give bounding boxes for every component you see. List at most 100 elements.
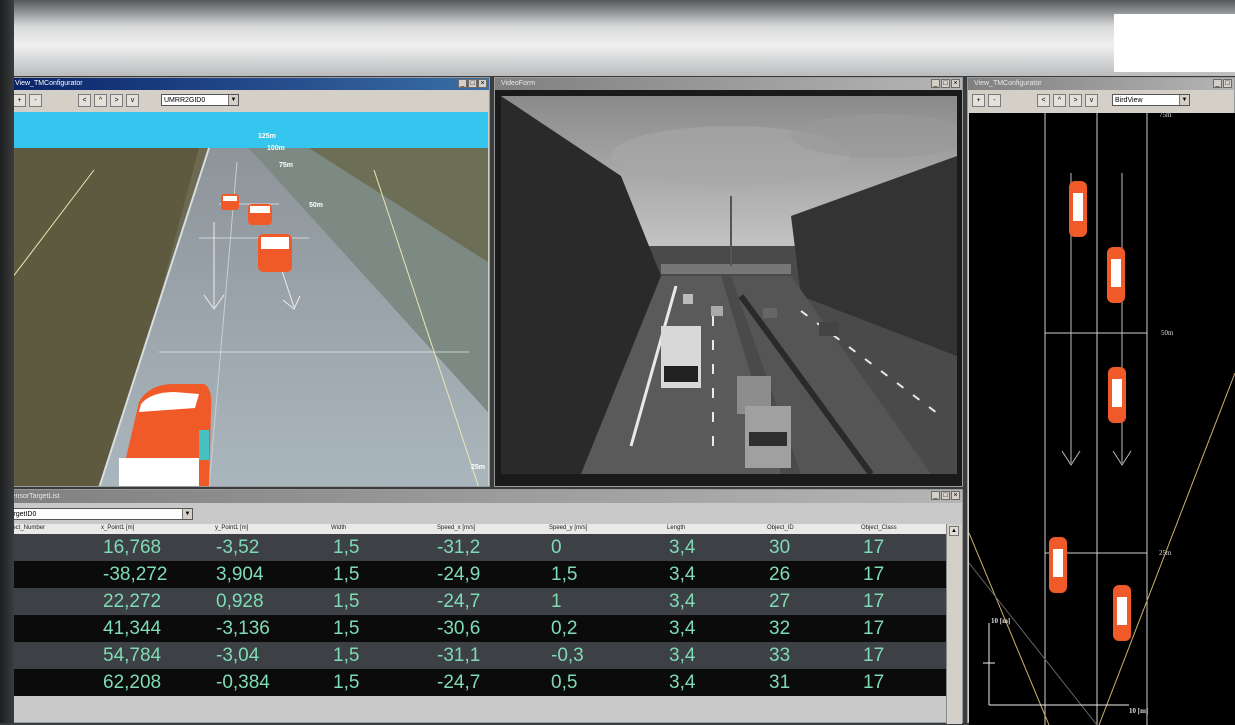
cell-speed-x: -31,2 xyxy=(437,537,481,558)
cell-x-point: -38,272 xyxy=(103,564,168,585)
col-header-speed-x[interactable]: Speed_x [m/s] xyxy=(437,525,475,531)
road-3d-graphic xyxy=(9,112,488,486)
col-header-object-id[interactable]: Object_ID xyxy=(767,525,794,531)
table-scrollbar[interactable]: ▲ xyxy=(946,524,962,724)
view-mode-select[interactable]: BirdView ▼ xyxy=(1112,94,1190,106)
bird-view-toolbar: + - < ^ > v BirdView ▼ xyxy=(968,90,1234,110)
col-header-object-class[interactable]: Object_Class xyxy=(861,525,897,531)
distance-label-75m: 75m xyxy=(279,162,294,169)
maximize-icon[interactable]: □ xyxy=(941,79,950,88)
cell-speed-y: 0,5 xyxy=(551,672,578,693)
traffic-camera-feed xyxy=(501,96,957,474)
target-select[interactable]: TargetID0 ▼ xyxy=(3,508,193,520)
minimize-icon[interactable]: _ xyxy=(1213,79,1222,88)
chevron-down-icon: ▼ xyxy=(1179,95,1189,105)
video-window: VideoForm _ □ × xyxy=(494,77,963,487)
cell-speed-x: -30,6 xyxy=(437,618,481,639)
maximize-icon[interactable]: □ xyxy=(468,79,477,88)
close-icon[interactable]: × xyxy=(951,79,960,88)
minimize-icon[interactable]: _ xyxy=(458,79,467,88)
scale-label-vertical: 10 [m] xyxy=(991,617,1011,625)
window-title: VideoForm xyxy=(501,80,536,87)
cell-x-point: 22,272 xyxy=(103,591,162,612)
bird-distance-50m: 50m xyxy=(1161,329,1174,337)
pan-right-button[interactable]: > xyxy=(110,93,123,107)
cell-speed-x: -24,7 xyxy=(437,672,481,693)
chevron-down-icon: ▼ xyxy=(182,509,192,519)
distance-label-100m: 100m xyxy=(267,145,285,152)
cell-object-class: 17 xyxy=(863,618,885,639)
distance-label-125m: 125m xyxy=(258,133,276,140)
table-header: Object_Number x_Point1 [m] y_Point1 [m] … xyxy=(1,524,946,534)
col-header-x-point[interactable]: x_Point1 [m] xyxy=(101,525,134,531)
cell-length: 3,4 xyxy=(669,537,696,558)
view-3d-toolbar: + - < ^ > v UMRR2GID0 ▼ xyxy=(9,90,489,110)
cell-width: 1,5 xyxy=(333,564,360,585)
table-row[interactable]: 116,768-3,521,5-31,203,43017 xyxy=(1,534,946,561)
cell-width: 1,5 xyxy=(333,591,360,612)
bird-car-5 xyxy=(1113,585,1131,641)
col-header-y-point[interactable]: y_Point1 [m] xyxy=(215,525,248,531)
zoom-in-button[interactable]: + xyxy=(13,93,26,107)
minimize-icon[interactable]: _ xyxy=(931,491,940,500)
video-titlebar: VideoForm _ □ × xyxy=(495,78,962,90)
cell-length: 3,4 xyxy=(669,564,696,585)
zoom-out-button[interactable]: - xyxy=(29,93,42,107)
bird-car-2 xyxy=(1107,247,1125,303)
target-list-titlebar: SensorTargetList _ □ × xyxy=(1,490,962,503)
zoom-out-button[interactable]: - xyxy=(988,93,1001,107)
cell-length: 3,4 xyxy=(669,618,696,639)
cell-speed-x: -31,1 xyxy=(437,645,481,666)
cell-object-id: 32 xyxy=(769,618,791,639)
view-3d-window: View_TMConfigurator _ □ × + - < ^ > v UMRR… xyxy=(8,77,490,487)
pan-left-button[interactable]: < xyxy=(78,93,91,107)
cell-object-class: 17 xyxy=(863,672,885,693)
top-banner xyxy=(0,0,1235,76)
cell-x-point: 16,768 xyxy=(103,537,162,558)
table-row[interactable]: 2-38,2723,9041,5-24,91,53,42617 xyxy=(1,561,946,588)
cell-y-point: -3,52 xyxy=(216,537,260,558)
bird-view-canvas: 75m 50m 25m 10 [m] 10 [m] xyxy=(969,113,1235,725)
bird-car-3 xyxy=(1108,367,1126,423)
scroll-up-icon[interactable]: ▲ xyxy=(949,526,959,536)
minimize-icon[interactable]: _ xyxy=(931,79,940,88)
pan-left-button[interactable]: < xyxy=(1037,93,1050,107)
cell-length: 3,4 xyxy=(669,672,696,693)
cell-speed-x: -24,7 xyxy=(437,591,481,612)
maximize-icon[interactable]: □ xyxy=(941,491,950,500)
target-car-2 xyxy=(248,204,272,225)
pan-up-button[interactable]: ^ xyxy=(94,93,107,107)
cell-x-point: 54,784 xyxy=(103,645,162,666)
pan-right-button[interactable]: > xyxy=(1069,93,1082,107)
distance-label-50m: 50m xyxy=(309,202,324,209)
col-header-speed-y[interactable]: Speed_y [m/s] xyxy=(549,525,587,531)
cell-y-point: -0,384 xyxy=(216,672,270,693)
cell-speed-y: 0,2 xyxy=(551,618,578,639)
pan-up-button[interactable]: ^ xyxy=(1053,93,1066,107)
table-row[interactable]: 441,344-3,1361,5-30,60,23,43217 xyxy=(1,615,946,642)
road-3d-scene: 125m 100m 75m 50m 25m xyxy=(9,112,488,486)
cell-width: 1,5 xyxy=(333,645,360,666)
table-row[interactable]: 554,784-3,041,5-31,1-0,33,43317 xyxy=(1,642,946,669)
bird-car-4 xyxy=(1049,537,1067,593)
cell-width: 1,5 xyxy=(333,537,360,558)
camera-image xyxy=(501,96,957,474)
col-header-length[interactable]: Length xyxy=(667,525,685,531)
cell-speed-x: -24,9 xyxy=(437,564,481,585)
table-row[interactable]: 662,208-0,3841,5-24,70,53,43117 xyxy=(1,669,946,696)
pan-down-button[interactable]: v xyxy=(1085,93,1098,107)
zoom-in-button[interactable]: + xyxy=(972,93,985,107)
window-title: View_TMConfigurator xyxy=(15,80,83,87)
col-header-width[interactable]: Width xyxy=(331,525,346,531)
cell-object-id: 30 xyxy=(769,537,791,558)
table-row[interactable]: 322,2720,9281,5-24,713,42717 xyxy=(1,588,946,615)
cell-y-point: -3,136 xyxy=(216,618,270,639)
maximize-icon[interactable]: □ xyxy=(1223,79,1232,88)
cell-object-id: 27 xyxy=(769,591,791,612)
cell-object-class: 17 xyxy=(863,645,885,666)
pan-down-button[interactable]: v xyxy=(126,93,139,107)
close-icon[interactable]: × xyxy=(478,79,487,88)
close-icon[interactable]: × xyxy=(951,491,960,500)
bird-view-graphic xyxy=(969,113,1235,725)
sensor-select[interactable]: UMRR2GID0 ▼ xyxy=(161,94,239,106)
